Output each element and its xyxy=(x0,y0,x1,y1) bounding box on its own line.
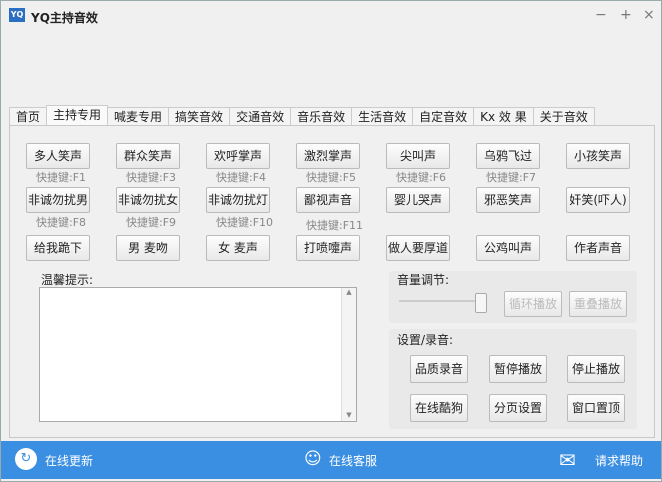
maximize-button[interactable]: + xyxy=(620,7,632,23)
sound-button[interactable]: 婴儿哭声 xyxy=(386,187,450,213)
tab-1[interactable]: 主持专用 xyxy=(46,105,109,126)
online-service-link[interactable]: 在线客服 xyxy=(329,452,377,469)
sound-button[interactable]: 欢呼掌声 xyxy=(206,143,270,169)
sound-button[interactable]: 非诚勿扰灯 xyxy=(206,187,270,213)
shortcut-label: 快捷键:F10 xyxy=(216,216,274,229)
update-icon: ↻ xyxy=(15,448,37,470)
settings-button[interactable]: 暂停播放 xyxy=(489,355,547,383)
sound-button[interactable]: 多人笑声 xyxy=(26,143,90,169)
settings-label: 设置/录音: xyxy=(397,333,454,347)
sound-button[interactable]: 非诚勿扰男 xyxy=(26,187,90,213)
tab-3[interactable]: 搞笑音效 xyxy=(168,107,231,126)
volume-slider-track[interactable] xyxy=(399,300,485,302)
volume-slider-thumb[interactable] xyxy=(475,293,487,313)
sound-button[interactable]: 邪恶笑声 xyxy=(476,187,540,213)
tab-7[interactable]: 自定音效 xyxy=(412,107,475,126)
settings-button[interactable]: 分页设置 xyxy=(489,394,547,422)
tab-8[interactable]: Kx 效 果 xyxy=(473,107,534,126)
minimize-button[interactable]: − xyxy=(595,7,607,23)
volume-label: 音量调节: xyxy=(397,273,450,287)
shortcut-label: 快捷键:F9 xyxy=(126,216,177,229)
sound-button[interactable]: 给我跪下 xyxy=(26,235,90,261)
settings-button[interactable]: 停止播放 xyxy=(567,355,625,383)
settings-button[interactable]: 在线酷狗 xyxy=(410,394,468,422)
loop-play-button[interactable]: 循环播放 xyxy=(504,291,562,317)
shortcut-label: 快捷键:F3 xyxy=(126,171,177,184)
tips-label: 温馨提示: xyxy=(41,273,94,287)
online-update-link[interactable]: 在线更新 xyxy=(45,452,93,469)
footer-bar: ↻ 在线更新 ☺ 在线客服 ✉ 请求帮助 xyxy=(1,441,661,479)
sound-button[interactable]: 非诚勿扰女 xyxy=(116,187,180,213)
sound-button[interactable]: 群众笑声 xyxy=(116,143,180,169)
tab-4[interactable]: 交通音效 xyxy=(229,107,292,126)
shortcut-label: 快捷键:F4 xyxy=(216,171,267,184)
sound-button[interactable]: 奸笑(吓人) xyxy=(566,187,630,213)
sound-button[interactable]: 打喷嚏声 xyxy=(296,235,360,261)
settings-button[interactable]: 品质录音 xyxy=(410,355,468,383)
shortcut-label: 快捷键:F1 xyxy=(36,171,87,184)
sound-button[interactable]: 尖叫声 xyxy=(386,143,450,169)
close-button[interactable]: × xyxy=(643,7,655,23)
shortcut-label: 快捷键:F5 xyxy=(306,171,357,184)
shortcut-label: 快捷键:F11 xyxy=(306,219,364,232)
sound-button[interactable]: 激烈掌声 xyxy=(296,143,360,169)
app-logo: YQ xyxy=(9,8,25,22)
tab-0[interactable]: 首页 xyxy=(9,107,48,126)
sound-button[interactable]: 女 麦声 xyxy=(206,235,270,261)
window-title: YQ主持音效 xyxy=(31,11,98,25)
sound-button[interactable]: 乌鸦飞过 xyxy=(476,143,540,169)
tab-5[interactable]: 音乐音效 xyxy=(290,107,353,126)
shortcut-label: 快捷键:F6 xyxy=(396,171,447,184)
sound-button[interactable]: 作者声音 xyxy=(566,235,630,261)
sound-button[interactable]: 公鸡叫声 xyxy=(476,235,540,261)
shortcut-label: 快捷键:F7 xyxy=(486,171,537,184)
request-help-link[interactable]: 请求帮助 xyxy=(595,452,643,469)
sound-button[interactable]: 做人要厚道 xyxy=(386,235,450,261)
title-bar: YQ YQ主持音效 − + × xyxy=(1,1,661,31)
settings-button[interactable]: 窗口置顶 xyxy=(567,394,625,422)
mail-icon: ✉ xyxy=(559,448,576,472)
tab-2[interactable]: 喊麦专用 xyxy=(107,107,170,126)
sound-button[interactable]: 男 麦吻 xyxy=(116,235,180,261)
scrollbar[interactable]: ▲ ▼ xyxy=(341,288,356,421)
overlap-play-button[interactable]: 重叠播放 xyxy=(569,291,627,317)
qq-icon: ☺ xyxy=(304,449,322,469)
tips-textarea[interactable]: ▲ ▼ xyxy=(39,287,357,422)
app-window: YQ YQ主持音效 − + × 首页 主持专用 喊麦专用 搞笑音效 交通音效 音乐音效 生活… xyxy=(0,0,662,482)
tab-bar: 首页 主持专用 喊麦专用 搞笑音效 交通音效 音乐音效 生活音效 自定音效 Kx 效 果关于音效 xyxy=(9,105,595,126)
sound-button[interactable]: 鄙视声音 xyxy=(296,187,360,213)
tab-9[interactable]: 关于音效 xyxy=(532,107,595,126)
tab-6[interactable]: 生活音效 xyxy=(351,107,414,126)
sound-button[interactable]: 小孩笑声 xyxy=(566,143,630,169)
shortcut-label: 快捷键:F8 xyxy=(36,216,87,229)
